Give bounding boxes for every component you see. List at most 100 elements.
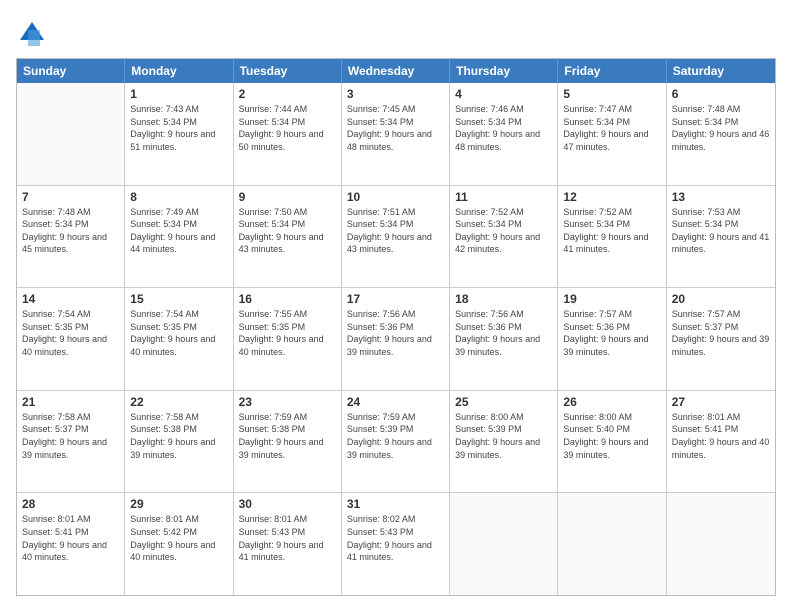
day-number: 25 bbox=[455, 395, 552, 409]
cal-cell: 3Sunrise: 7:45 AMSunset: 5:34 PMDaylight… bbox=[342, 83, 450, 185]
cell-info: Sunrise: 7:54 AMSunset: 5:35 PMDaylight:… bbox=[22, 308, 119, 358]
cell-info: Sunrise: 7:49 AMSunset: 5:34 PMDaylight:… bbox=[130, 206, 227, 256]
cell-info: Sunrise: 7:57 AMSunset: 5:36 PMDaylight:… bbox=[563, 308, 660, 358]
week-row-2: 14 Sunrise: 7:54 AMSunset: 5:35 PMDayligh… bbox=[17, 288, 775, 391]
day-number: 7 bbox=[22, 190, 119, 204]
cell-info: Sunrise: 7:59 AMSunset: 5:38 PMDaylight:… bbox=[239, 411, 336, 461]
cell-info: Sunrise: 7:50 AMSunset: 5:34 PMDaylight:… bbox=[239, 206, 336, 256]
cal-cell: 29 Sunrise: 8:01 AMSunset: 5:42 PMDayligh… bbox=[125, 493, 233, 595]
header-day-wednesday: Wednesday bbox=[342, 59, 450, 83]
day-number: 2 bbox=[239, 87, 336, 101]
day-number: 21 bbox=[22, 395, 119, 409]
week-row-0: 1 Sunrise: 7:43 AMSunset: 5:34 PMDaylight… bbox=[17, 83, 775, 186]
day-number: 28 bbox=[22, 497, 119, 511]
logo bbox=[16, 20, 46, 48]
cal-cell: 17 Sunrise: 7:56 AMSunset: 5:36 PMDayligh… bbox=[342, 288, 450, 390]
day-number: 5 bbox=[563, 87, 660, 101]
cell-info: Sunrise: 7:55 AMSunset: 5:35 PMDaylight:… bbox=[239, 308, 336, 358]
day-number: 13 bbox=[672, 190, 770, 204]
day-number: 29 bbox=[130, 497, 227, 511]
calendar-header: SundayMondayTuesdayWednesdayThursdayFrid… bbox=[17, 59, 775, 83]
cal-cell: 6Sunrise: 7:48 AMSunset: 5:34 PMDaylight… bbox=[667, 83, 775, 185]
cal-cell: 27 Sunrise: 8:01 AMSunset: 5:41 PMDayligh… bbox=[667, 391, 775, 493]
cal-cell: 20 Sunrise: 7:57 AMSunset: 5:37 PMDayligh… bbox=[667, 288, 775, 390]
cal-cell: 10Sunrise: 7:51 AMSunset: 5:34 PMDayligh… bbox=[342, 186, 450, 288]
header-day-saturday: Saturday bbox=[667, 59, 775, 83]
day-number: 18 bbox=[455, 292, 552, 306]
day-number: 8 bbox=[130, 190, 227, 204]
day-number: 1 bbox=[130, 87, 227, 101]
cell-info: Sunrise: 8:01 AMSunset: 5:41 PMDaylight:… bbox=[22, 513, 119, 563]
cell-info: Sunrise: 7:56 AMSunset: 5:36 PMDaylight:… bbox=[455, 308, 552, 358]
cell-info: Sunrise: 8:00 AMSunset: 5:39 PMDaylight:… bbox=[455, 411, 552, 461]
cal-cell: 1 Sunrise: 7:43 AMSunset: 5:34 PMDaylight… bbox=[125, 83, 233, 185]
cell-info: Sunrise: 8:00 AMSunset: 5:40 PMDaylight:… bbox=[563, 411, 660, 461]
cell-info: Sunrise: 8:01 AMSunset: 5:42 PMDaylight:… bbox=[130, 513, 227, 563]
cell-info: Sunrise: 8:02 AMSunset: 5:43 PMDaylight:… bbox=[347, 513, 444, 563]
cal-cell: 22 Sunrise: 7:58 AMSunset: 5:38 PMDayligh… bbox=[125, 391, 233, 493]
day-number: 22 bbox=[130, 395, 227, 409]
cal-cell: 12 Sunrise: 7:52 AMSunset: 5:34 PMDayligh… bbox=[558, 186, 666, 288]
header-day-thursday: Thursday bbox=[450, 59, 558, 83]
cell-info: Sunrise: 7:56 AMSunset: 5:36 PMDaylight:… bbox=[347, 308, 444, 358]
day-number: 17 bbox=[347, 292, 444, 306]
cal-cell: 25 Sunrise: 8:00 AMSunset: 5:39 PMDayligh… bbox=[450, 391, 558, 493]
cal-cell: 14 Sunrise: 7:54 AMSunset: 5:35 PMDayligh… bbox=[17, 288, 125, 390]
cell-info: Sunrise: 7:53 AMSunset: 5:34 PMDaylight:… bbox=[672, 206, 770, 256]
day-number: 9 bbox=[239, 190, 336, 204]
cell-info: Sunrise: 7:58 AMSunset: 5:37 PMDaylight:… bbox=[22, 411, 119, 461]
day-number: 20 bbox=[672, 292, 770, 306]
cell-info: Sunrise: 8:01 AMSunset: 5:43 PMDaylight:… bbox=[239, 513, 336, 563]
week-row-1: 7 Sunrise: 7:48 AMSunset: 5:34 PMDaylight… bbox=[17, 186, 775, 289]
header bbox=[16, 16, 776, 48]
cell-info: Sunrise: 7:46 AMSunset: 5:34 PMDaylight:… bbox=[455, 103, 552, 153]
cal-cell: 11Sunrise: 7:52 AMSunset: 5:34 PMDayligh… bbox=[450, 186, 558, 288]
day-number: 3 bbox=[347, 87, 444, 101]
cell-info: Sunrise: 7:52 AMSunset: 5:34 PMDaylight:… bbox=[563, 206, 660, 256]
day-number: 26 bbox=[563, 395, 660, 409]
day-number: 19 bbox=[563, 292, 660, 306]
cell-info: Sunrise: 7:54 AMSunset: 5:35 PMDaylight:… bbox=[130, 308, 227, 358]
cell-info: Sunrise: 7:48 AMSunset: 5:34 PMDaylight:… bbox=[672, 103, 770, 153]
calendar: SundayMondayTuesdayWednesdayThursdayFrid… bbox=[16, 58, 776, 596]
cell-info: Sunrise: 7:47 AMSunset: 5:34 PMDaylight:… bbox=[563, 103, 660, 153]
cal-cell bbox=[17, 83, 125, 185]
day-number: 10 bbox=[347, 190, 444, 204]
day-number: 14 bbox=[22, 292, 119, 306]
cell-info: Sunrise: 7:44 AMSunset: 5:34 PMDaylight:… bbox=[239, 103, 336, 153]
cal-cell: 5 Sunrise: 7:47 AMSunset: 5:34 PMDaylight… bbox=[558, 83, 666, 185]
cell-info: Sunrise: 7:48 AMSunset: 5:34 PMDaylight:… bbox=[22, 206, 119, 256]
cal-cell: 28 Sunrise: 8:01 AMSunset: 5:41 PMDayligh… bbox=[17, 493, 125, 595]
day-number: 12 bbox=[563, 190, 660, 204]
day-number: 23 bbox=[239, 395, 336, 409]
day-number: 16 bbox=[239, 292, 336, 306]
cal-cell bbox=[667, 493, 775, 595]
day-number: 4 bbox=[455, 87, 552, 101]
cal-cell: 13 Sunrise: 7:53 AMSunset: 5:34 PMDayligh… bbox=[667, 186, 775, 288]
day-number: 31 bbox=[347, 497, 444, 511]
cal-cell: 15Sunrise: 7:54 AMSunset: 5:35 PMDayligh… bbox=[125, 288, 233, 390]
day-number: 11 bbox=[455, 190, 552, 204]
logo-icon bbox=[18, 20, 46, 48]
page: SundayMondayTuesdayWednesdayThursdayFrid… bbox=[0, 0, 792, 612]
cal-cell: 21 Sunrise: 7:58 AMSunset: 5:37 PMDayligh… bbox=[17, 391, 125, 493]
header-day-friday: Friday bbox=[558, 59, 666, 83]
day-number: 24 bbox=[347, 395, 444, 409]
header-day-tuesday: Tuesday bbox=[234, 59, 342, 83]
day-number: 27 bbox=[672, 395, 770, 409]
cal-cell: 18 Sunrise: 7:56 AMSunset: 5:36 PMDayligh… bbox=[450, 288, 558, 390]
cell-info: Sunrise: 7:43 AMSunset: 5:34 PMDaylight:… bbox=[130, 103, 227, 153]
cal-cell: 4 Sunrise: 7:46 AMSunset: 5:34 PMDaylight… bbox=[450, 83, 558, 185]
cal-cell: 19 Sunrise: 7:57 AMSunset: 5:36 PMDayligh… bbox=[558, 288, 666, 390]
cal-cell bbox=[450, 493, 558, 595]
week-row-3: 21 Sunrise: 7:58 AMSunset: 5:37 PMDayligh… bbox=[17, 391, 775, 494]
cell-info: Sunrise: 8:01 AMSunset: 5:41 PMDaylight:… bbox=[672, 411, 770, 461]
cal-cell: 16 Sunrise: 7:55 AMSunset: 5:35 PMDayligh… bbox=[234, 288, 342, 390]
cal-cell: 2 Sunrise: 7:44 AMSunset: 5:34 PMDaylight… bbox=[234, 83, 342, 185]
cal-cell: 30Sunrise: 8:01 AMSunset: 5:43 PMDayligh… bbox=[234, 493, 342, 595]
cal-cell: 31 Sunrise: 8:02 AMSunset: 5:43 PMDayligh… bbox=[342, 493, 450, 595]
cal-cell: 7 Sunrise: 7:48 AMSunset: 5:34 PMDaylight… bbox=[17, 186, 125, 288]
cell-info: Sunrise: 7:57 AMSunset: 5:37 PMDaylight:… bbox=[672, 308, 770, 358]
cell-info: Sunrise: 7:58 AMSunset: 5:38 PMDaylight:… bbox=[130, 411, 227, 461]
cal-cell bbox=[558, 493, 666, 595]
